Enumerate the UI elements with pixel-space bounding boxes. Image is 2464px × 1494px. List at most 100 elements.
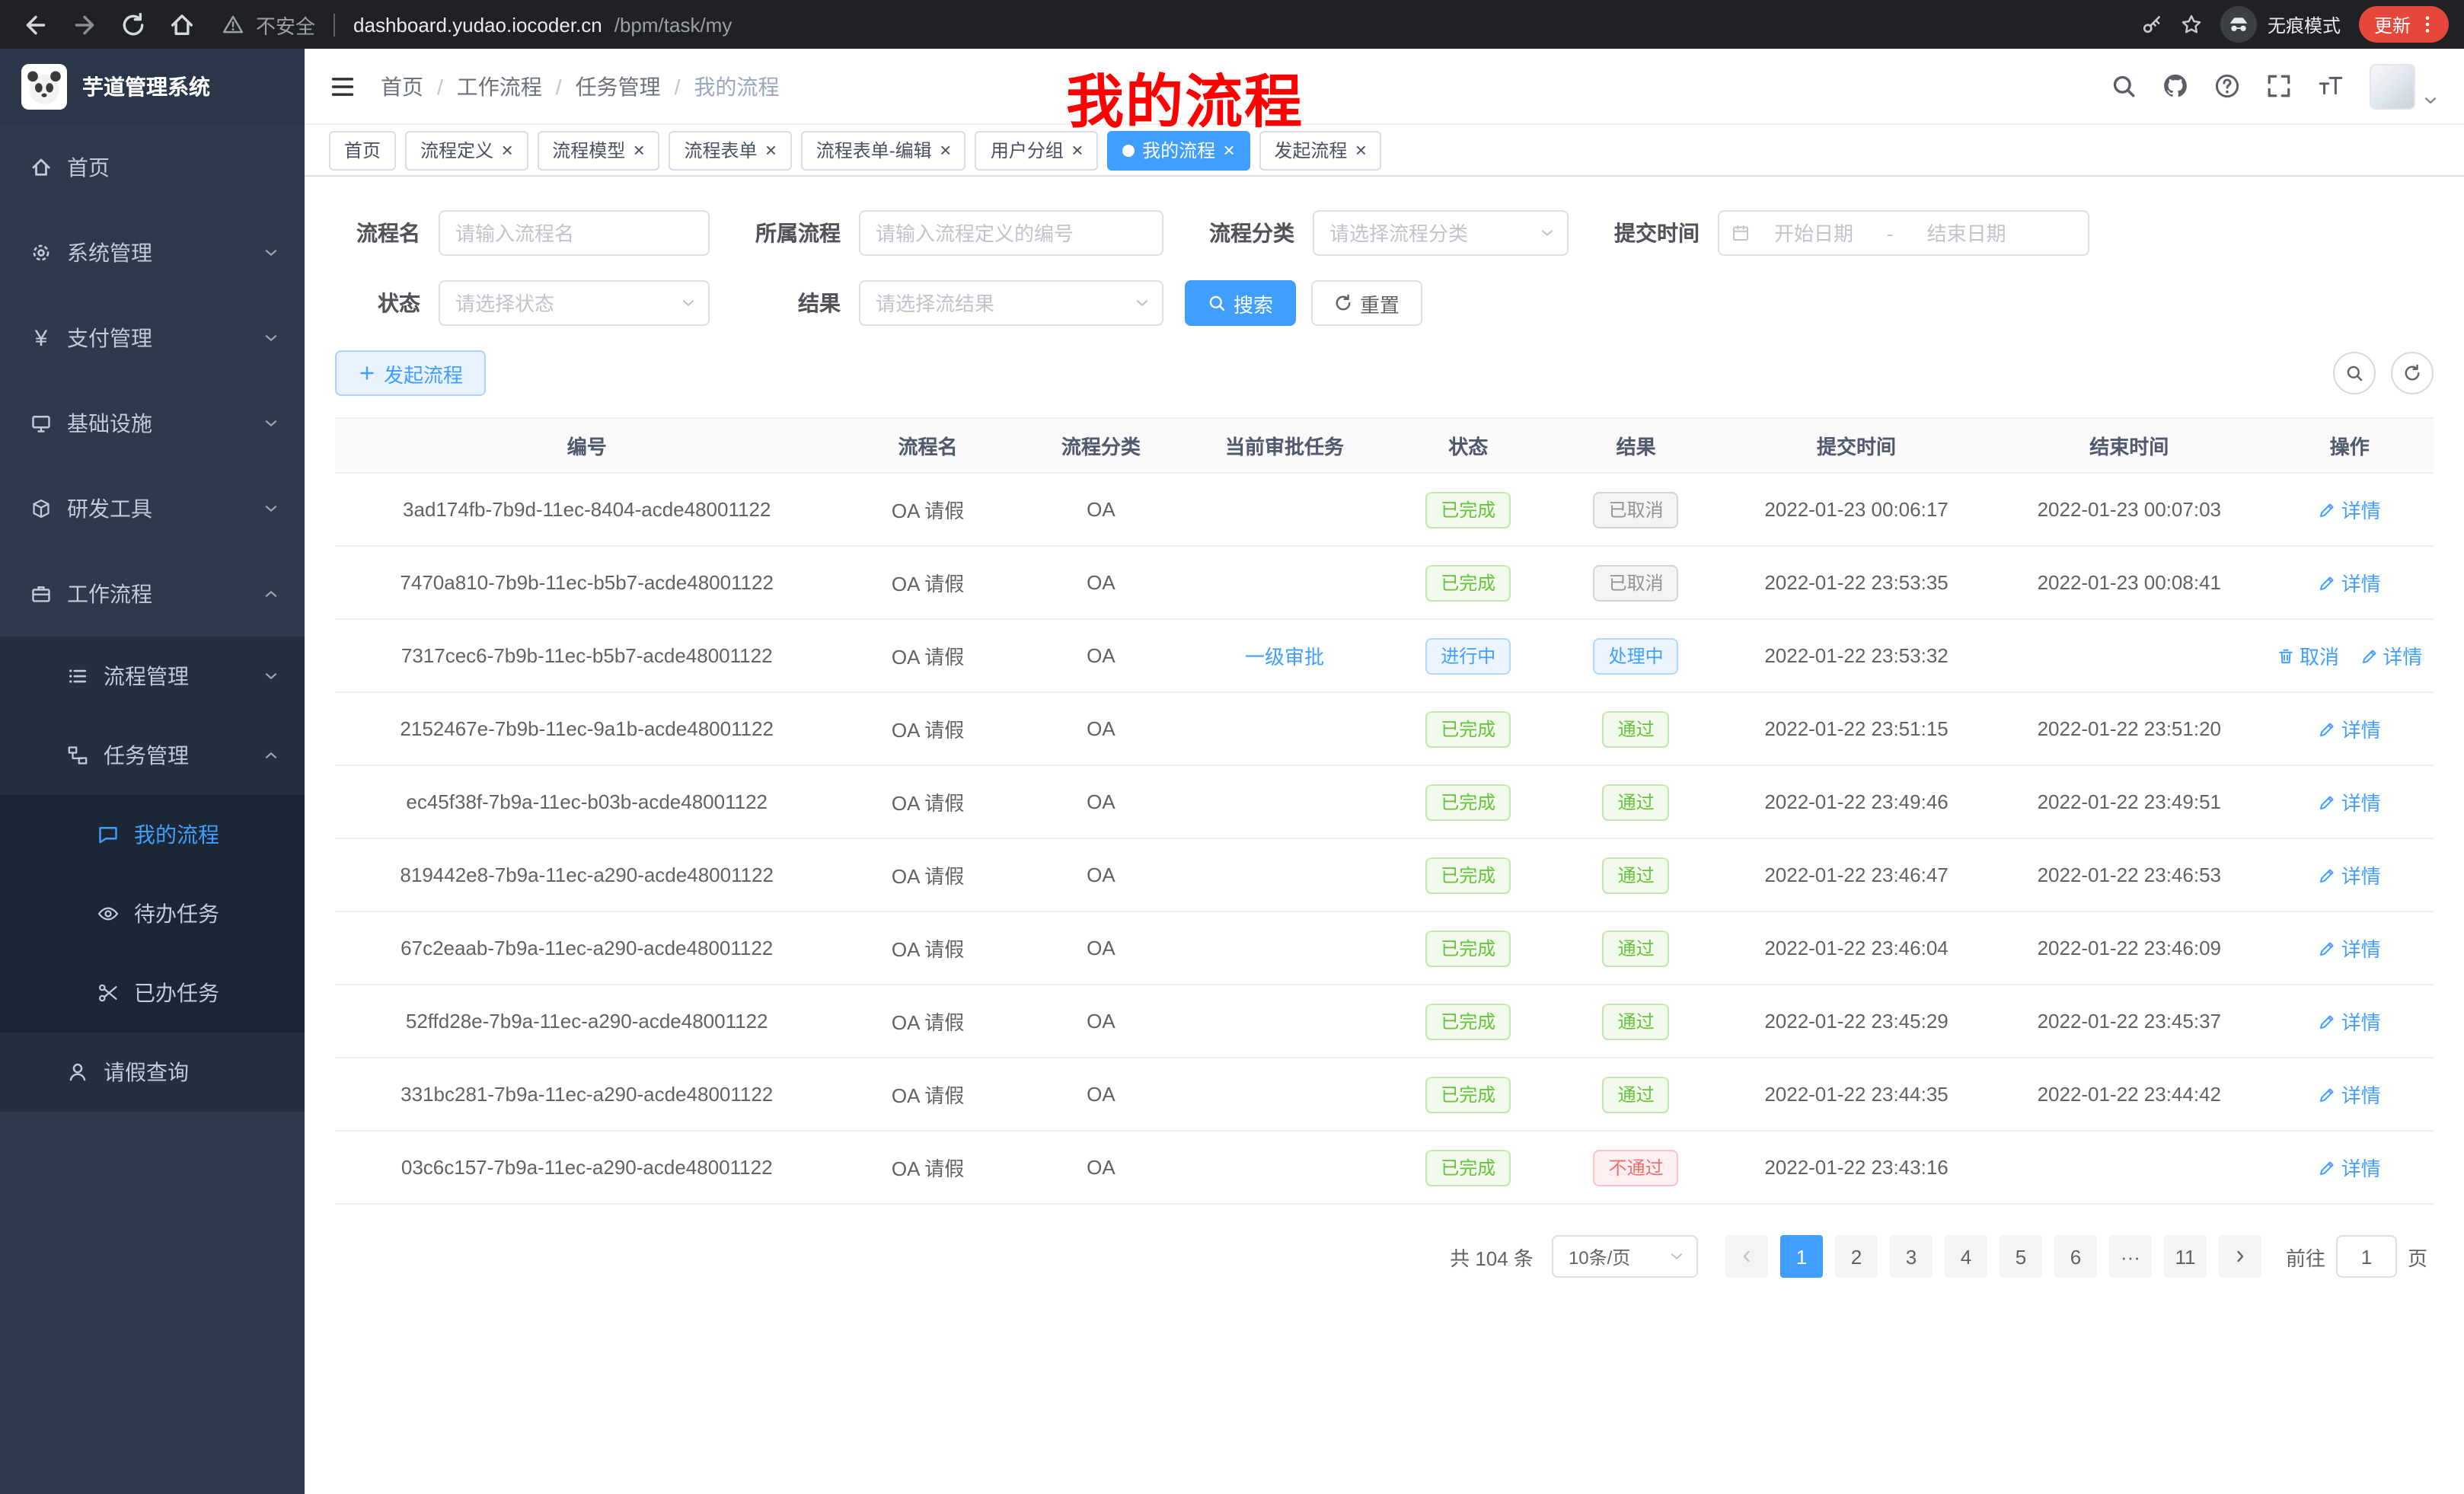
breadcrumb-item[interactable]: 首页 <box>381 71 423 101</box>
page-button[interactable]: 1 <box>1780 1235 1823 1278</box>
detail-link[interactable]: 详情 <box>2319 934 2381 962</box>
tab-process-definition[interactable]: 流程定义 <box>405 130 528 170</box>
close-icon[interactable] <box>501 139 512 161</box>
fullscreen-icon[interactable] <box>2266 73 2292 99</box>
prev-page-button[interactable] <box>1725 1235 1768 1278</box>
close-icon[interactable] <box>1355 139 1366 161</box>
breadcrumb: 首页 工作流程 任务管理 我的流程 <box>381 71 779 101</box>
header-search-icon[interactable] <box>2111 73 2137 99</box>
tab-process-form-edit[interactable]: 流程表单-编辑 <box>801 130 966 170</box>
page-button[interactable]: 11 <box>2164 1235 2207 1278</box>
detail-link[interactable]: 详情 <box>2319 787 2381 816</box>
refresh-icon <box>1334 294 1352 312</box>
detail-link[interactable]: 详情 <box>2319 495 2381 524</box>
close-icon[interactable] <box>940 139 951 161</box>
help-icon[interactable] <box>2214 73 2240 99</box>
sidebar-item-task-mgmt[interactable]: 任务管理 <box>0 716 305 795</box>
sidebar-item-devtools[interactable]: 研发工具 <box>0 466 305 551</box>
sidebar-item-infra[interactable]: 基础设施 <box>0 381 305 466</box>
key-icon[interactable] <box>2141 14 2162 35</box>
start-date-input[interactable] <box>1750 222 1878 244</box>
detail-link[interactable]: 详情 <box>2319 1153 2381 1182</box>
filter-category-label: 流程分类 <box>1185 218 1294 248</box>
reset-button[interactable]: 重置 <box>1311 280 1422 326</box>
security-warning-icon <box>222 14 244 35</box>
github-icon[interactable] <box>2162 73 2188 99</box>
chevron-up-icon <box>262 746 280 765</box>
col-actions: 操作 <box>2265 418 2434 473</box>
result-badge: 通过 <box>1603 857 1670 893</box>
submit-time-range[interactable]: - <box>1718 210 2089 256</box>
sidebar-item-done-tasks[interactable]: 已办任务 <box>0 953 305 1033</box>
address-bar[interactable]: 不安全 dashboard.yudao.iocoder.cn/bpm/task/… <box>222 10 2120 39</box>
detail-link[interactable]: 详情 <box>2319 714 2381 743</box>
tab-process-form[interactable]: 流程表单 <box>669 130 791 170</box>
detail-link[interactable]: 详情 <box>2319 1007 2381 1036</box>
page-button[interactable]: 3 <box>1890 1235 1933 1278</box>
next-page-button[interactable] <box>2219 1235 2261 1278</box>
sidebar-item-my-process[interactable]: 我的流程 <box>0 795 305 874</box>
status-badge: 已完成 <box>1425 710 1511 747</box>
font-size-icon[interactable] <box>2318 73 2344 99</box>
sidebar-item-leave-query[interactable]: 请假查询 <box>0 1033 305 1112</box>
page-button[interactable]: 2 <box>1835 1235 1878 1278</box>
filter-result-label: 结果 <box>731 288 841 318</box>
more-pages-button[interactable]: ··· <box>2109 1235 2152 1278</box>
result-badge: 通过 <box>1603 710 1670 747</box>
breadcrumb-item[interactable]: 任务管理 <box>542 71 661 101</box>
tab-process-model[interactable]: 流程模型 <box>537 130 659 170</box>
page-button[interactable]: 5 <box>2000 1235 2042 1278</box>
result-select[interactable] <box>859 280 1163 326</box>
sidebar-item-workflow[interactable]: 工作流程 <box>0 551 305 637</box>
sidebar-item-payment[interactable]: ¥ 支付管理 <box>0 295 305 381</box>
close-icon[interactable] <box>765 139 777 161</box>
detail-link[interactable]: 详情 <box>2319 1080 2381 1109</box>
page-button[interactable]: 4 <box>1945 1235 1987 1278</box>
browser-menu-dots-icon[interactable] <box>2417 14 2438 35</box>
col-category: 流程分类 <box>1017 418 1185 473</box>
user-avatar[interactable] <box>2370 63 2440 109</box>
detail-link[interactable]: 详情 <box>2319 568 2381 597</box>
table-row: 52ffd28e-7b9a-11ec-a290-acde48001122 OA … <box>335 985 2434 1058</box>
refresh-table-button[interactable] <box>2391 352 2434 394</box>
detail-link[interactable]: 详情 <box>2360 641 2422 670</box>
sidebar-item-todo-tasks[interactable]: 待办任务 <box>0 874 305 953</box>
category-select[interactable] <box>1313 210 1569 256</box>
filter-time-label: 提交时间 <box>1590 218 1700 248</box>
sidebar-item-home[interactable]: 首页 <box>0 125 305 210</box>
end-date-input[interactable] <box>1903 222 2031 244</box>
toggle-search-button[interactable] <box>2333 352 2376 394</box>
page-button[interactable]: 6 <box>2054 1235 2097 1278</box>
cancel-link[interactable]: 取消 <box>2277 641 2339 670</box>
bookmark-star-icon[interactable] <box>2181 14 2202 35</box>
status-select[interactable] <box>439 280 710 326</box>
browser-forward-icon[interactable] <box>64 5 104 44</box>
goto-page-input[interactable] <box>2336 1235 2397 1278</box>
detail-link[interactable]: 详情 <box>2319 860 2381 889</box>
create-process-button[interactable]: 发起流程 <box>335 350 486 396</box>
browser-home-icon[interactable] <box>161 5 201 44</box>
active-dot <box>1122 144 1135 156</box>
tab-home[interactable]: 首页 <box>329 130 396 170</box>
close-icon[interactable] <box>1223 139 1234 161</box>
process-definition-input[interactable] <box>859 210 1163 256</box>
page-size-select[interactable] <box>1552 1235 1698 1278</box>
page-size-value[interactable] <box>1552 1235 1698 1278</box>
sidebar-item-system[interactable]: 系统管理 <box>0 210 305 295</box>
browser-update-button[interactable]: 更新 <box>2359 6 2449 43</box>
search-button[interactable]: 搜索 <box>1185 280 1296 326</box>
process-name-input[interactable] <box>439 210 710 256</box>
sidebar-item-process-mgmt[interactable]: 流程管理 <box>0 637 305 716</box>
close-icon[interactable] <box>633 139 644 161</box>
browser-back-icon[interactable] <box>15 5 55 44</box>
cube-icon <box>30 498 52 519</box>
status-badge: 已完成 <box>1425 1149 1511 1186</box>
sidebar-collapse-icon[interactable] <box>329 72 356 100</box>
avatar-image <box>2370 63 2415 109</box>
breadcrumb-item[interactable]: 工作流程 <box>423 71 542 101</box>
table-row: ec45f38f-7b9a-11ec-b03b-acde48001122 OA … <box>335 765 2434 838</box>
sidebar: 芋道管理系统 首页 系统管理 ¥ 支付管理 <box>0 49 305 1494</box>
close-icon[interactable] <box>1071 139 1083 161</box>
current-task-link[interactable]: 一级审批 <box>1245 646 1324 669</box>
browser-reload-icon[interactable] <box>113 5 152 44</box>
